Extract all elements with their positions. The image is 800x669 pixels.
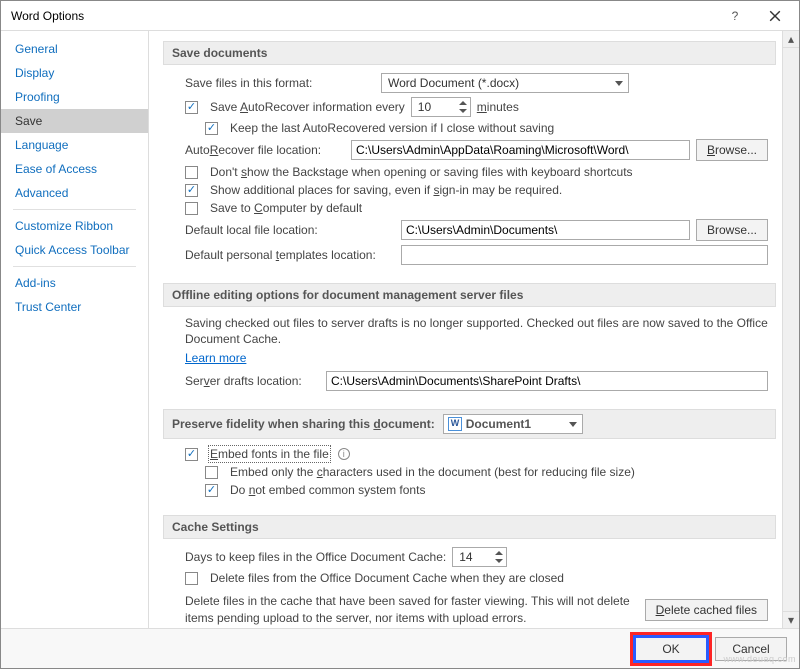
embed-fonts-checkbox[interactable] — [185, 448, 198, 461]
minutes-label: minutes — [477, 100, 519, 114]
autorecover-loc-label: AutoRecover file location: — [185, 143, 345, 157]
section-cache-settings: Cache Settings — [163, 515, 776, 539]
dialog-footer: OK Cancel — [1, 628, 799, 668]
content-pane: Save documents Save files in this format… — [149, 31, 782, 628]
autorecover-loc-input[interactable] — [351, 140, 690, 160]
sidebar-item-proofing[interactable]: Proofing — [1, 85, 148, 109]
save-computer-label: Save to Computer by default — [210, 201, 362, 215]
save-format-label: Save files in this format: — [185, 76, 375, 90]
sidebar-divider — [13, 266, 136, 267]
cache-note: Delete files in the cache that have been… — [185, 593, 639, 625]
scroll-down-button[interactable]: ▾ — [783, 611, 799, 628]
autosave-label: Save AutoRecover information every — [210, 100, 405, 114]
close-button[interactable] — [755, 2, 795, 30]
drafts-loc-input[interactable] — [326, 371, 768, 391]
cache-days-label: Days to keep files in the Office Documen… — [185, 550, 446, 564]
word-options-dialog: Word Options ? General Display Proofing … — [0, 0, 800, 669]
browse-default-local-button[interactable]: Browse... — [696, 219, 768, 241]
sidebar-item-trust-center[interactable]: Trust Center — [1, 295, 148, 319]
delete-cached-files-button[interactable]: Delete cached files — [645, 599, 768, 621]
sidebar-item-add-ins[interactable]: Add-ins — [1, 271, 148, 295]
sidebar-item-ease-of-access[interactable]: Ease of Access — [1, 157, 148, 181]
window-title: Word Options — [11, 9, 715, 23]
save-format-combo[interactable]: Word Document (*.docx) — [381, 73, 629, 93]
ok-button[interactable]: OK — [635, 637, 707, 661]
document-icon — [448, 417, 462, 431]
default-local-input[interactable] — [401, 220, 690, 240]
embed-fonts-label: Embed fonts in the file — [210, 447, 329, 461]
section-preserve-fidelity: Preserve fidelity when sharing this docu… — [163, 409, 776, 439]
sidebar-item-save[interactable]: Save — [1, 109, 148, 133]
backstage-checkbox[interactable] — [185, 166, 198, 179]
save-computer-checkbox[interactable] — [185, 202, 198, 215]
drafts-loc-label: Server drafts location: — [185, 374, 320, 388]
offline-note: Saving checked out files to server draft… — [185, 315, 768, 347]
sidebar-item-general[interactable]: General — [1, 37, 148, 61]
delete-on-close-checkbox[interactable] — [185, 572, 198, 585]
info-icon[interactable]: i — [338, 448, 350, 460]
additional-places-checkbox[interactable] — [185, 184, 198, 197]
help-button[interactable]: ? — [715, 2, 755, 30]
document-combo[interactable]: Document1 — [443, 414, 583, 434]
keep-last-checkbox[interactable] — [205, 122, 218, 135]
autosave-checkbox[interactable] — [185, 101, 198, 114]
section-save-documents: Save documents — [163, 41, 776, 65]
sidebar-item-quick-access-toolbar[interactable]: Quick Access Toolbar — [1, 238, 148, 262]
no-common-fonts-label: Do not embed common system fonts — [230, 483, 425, 497]
sidebar-item-customize-ribbon[interactable]: Customize Ribbon — [1, 214, 148, 238]
section-offline-editing: Offline editing options for document man… — [163, 283, 776, 307]
cache-days-spin[interactable]: 14 — [452, 547, 507, 567]
embed-only-chars-label: Embed only the characters used in the do… — [230, 465, 635, 479]
default-templates-input[interactable] — [401, 245, 768, 265]
close-icon — [769, 10, 781, 22]
scrollbar[interactable]: ▴ ▾ — [782, 31, 799, 628]
titlebar: Word Options ? — [1, 1, 799, 31]
sidebar-item-language[interactable]: Language — [1, 133, 148, 157]
learn-more-link[interactable]: Learn more — [185, 351, 246, 365]
scroll-up-button[interactable]: ▴ — [783, 31, 799, 48]
sidebar-item-advanced[interactable]: Advanced — [1, 181, 148, 205]
category-sidebar: General Display Proofing Save Language E… — [1, 31, 149, 628]
additional-places-label: Show additional places for saving, even … — [210, 183, 562, 197]
watermark: www.deuaq.com — [723, 654, 796, 664]
default-templates-label: Default personal templates location: — [185, 248, 395, 262]
default-local-label: Default local file location: — [185, 223, 395, 237]
sidebar-divider — [13, 209, 136, 210]
browse-autorecover-button[interactable]: Browse... — [696, 139, 768, 161]
keep-last-label: Keep the last AutoRecovered version if I… — [230, 121, 554, 135]
backstage-label: Don't show the Backstage when opening or… — [210, 165, 633, 179]
delete-on-close-label: Delete files from the Office Document Ca… — [210, 571, 564, 585]
sidebar-item-display[interactable]: Display — [1, 61, 148, 85]
autosave-minutes-spin[interactable]: 10 — [411, 97, 471, 117]
embed-only-chars-checkbox[interactable] — [205, 466, 218, 479]
no-common-fonts-checkbox[interactable] — [205, 484, 218, 497]
